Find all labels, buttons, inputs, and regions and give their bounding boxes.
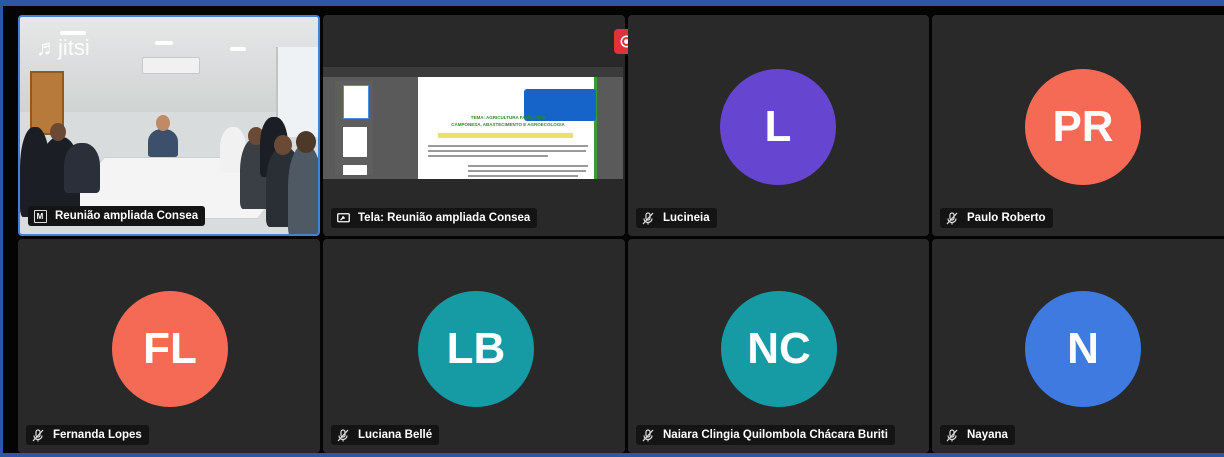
participant-tile-nayana[interactable]: N Nayana (932, 239, 1224, 453)
participant-name: Fernanda Lopes (53, 429, 142, 441)
microphone-muted-icon (945, 211, 959, 225)
participant-avatar: N (1025, 291, 1141, 407)
participant-name-tag: M Reunião ampliada Consea (28, 206, 206, 226)
participant-name: Naiara Clingia Quilombola Chácara Buriti (663, 429, 888, 441)
microphone-muted-icon (945, 428, 959, 442)
participant-name: Reunião ampliada Consea (55, 210, 199, 222)
participant-avatar: PR (1025, 69, 1141, 185)
participant-tile-camera[interactable]: ♬jitsi M Reunião ampliada Consea (18, 15, 320, 236)
microphone-muted-icon (641, 211, 655, 225)
participant-avatar: NC (721, 291, 837, 407)
participant-name-tag: Luciana Bellé (331, 425, 440, 445)
document-title-line-2: CAMPONESA, ABASTECIMENTO E AGROECOLOGIA (451, 122, 565, 127)
participant-name-tag: Naiara Clingia Quilombola Chácara Buriti (636, 425, 895, 445)
participant-avatar: LB (418, 291, 534, 407)
moderator-badge: M (33, 209, 47, 223)
participant-name-tag: Fernanda Lopes (26, 425, 149, 445)
shared-document-page: TEMA: AGRICULTURA FAMILIAR E CAMPONESA, … (418, 77, 597, 179)
participant-name-tag: Tela: Reunião ampliada Consea (331, 208, 538, 228)
participant-avatar: L (720, 69, 836, 185)
microphone-muted-icon (641, 428, 655, 442)
participant-name: Lucineia (663, 212, 710, 224)
participant-name: Paulo Roberto (967, 212, 1046, 224)
participant-tile-luciana-belle[interactable]: LB Luciana Bellé (323, 239, 625, 453)
microphone-muted-icon (31, 428, 45, 442)
participant-name-tag: Paulo Roberto (940, 208, 1053, 228)
participant-name-tag: Lucineia (636, 208, 717, 228)
participant-tile-screenshare[interactable]: TEMA: AGRICULTURA FAMILIAR E CAMPONESA, … (323, 15, 625, 236)
participant-tile-fernanda-lopes[interactable]: FL Fernanda Lopes (18, 239, 320, 453)
participant-name: Luciana Bellé (358, 429, 433, 441)
participant-tile-paulo-roberto[interactable]: PR Paulo Roberto (932, 15, 1224, 236)
screen-share-icon (336, 211, 350, 225)
participant-name: Nayana (967, 429, 1008, 441)
participant-name: Tela: Reunião ampliada Consea (358, 212, 531, 224)
participant-tile-lucineia[interactable]: L Lucineia (628, 15, 929, 236)
shared-screen-video: TEMA: AGRICULTURA FAMILIAR E CAMPONESA, … (323, 67, 623, 179)
jitsi-logo: ♬jitsi (36, 35, 90, 61)
document-title-line-1: TEMA: AGRICULTURA FAMILIAR E (470, 115, 546, 120)
jitsi-logo-text: jitsi (58, 35, 90, 60)
participant-name-tag: Nayana (940, 425, 1015, 445)
jitsi-logo-icon: ♬ (36, 35, 58, 60)
participant-tile-naiara[interactable]: NC Naiara Clingia Quilombola Chácara Bur… (628, 239, 929, 453)
video-grid: ♬jitsi M Reunião ampliada Consea TEMA: A… (0, 0, 1224, 457)
participant-avatar: FL (112, 291, 228, 407)
microphone-muted-icon (336, 428, 350, 442)
